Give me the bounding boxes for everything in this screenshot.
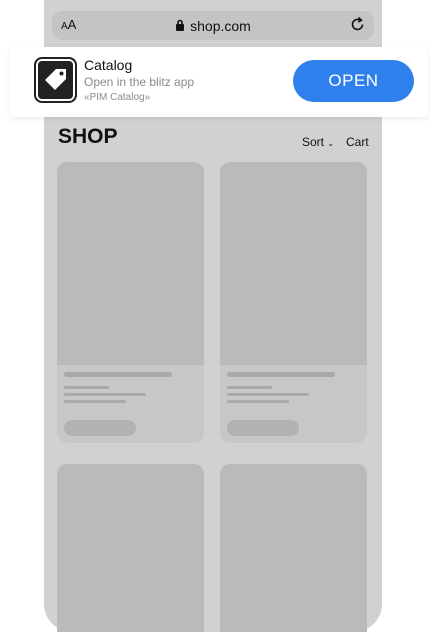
product-card[interactable] bbox=[57, 464, 204, 632]
product-text-placeholder bbox=[64, 393, 146, 396]
product-image-placeholder bbox=[220, 464, 367, 632]
product-text-placeholder bbox=[227, 400, 289, 403]
open-app-button[interactable]: OPEN bbox=[293, 60, 414, 102]
product-image-placeholder bbox=[57, 464, 204, 632]
sort-button[interactable]: Sort ⌄ bbox=[302, 135, 334, 149]
product-text-placeholder bbox=[64, 386, 109, 389]
product-card[interactable] bbox=[220, 464, 367, 632]
lock-icon bbox=[175, 18, 185, 34]
sort-label: Sort bbox=[302, 135, 325, 149]
reload-icon[interactable] bbox=[350, 16, 366, 37]
product-card[interactable] bbox=[57, 162, 204, 443]
price-tag-icon bbox=[45, 69, 66, 90]
product-image-placeholder bbox=[220, 162, 367, 365]
product-text-placeholder bbox=[64, 400, 126, 403]
text-size-button[interactable]: AA bbox=[61, 17, 76, 32]
product-text-placeholder bbox=[227, 393, 309, 396]
url-text: shop.com bbox=[190, 17, 251, 34]
smart-app-banner: Catalog Open in the blitz app «PIM Catal… bbox=[10, 47, 428, 117]
chevron-down-icon: ⌄ bbox=[327, 139, 335, 148]
product-text-placeholder bbox=[227, 386, 272, 389]
product-card[interactable] bbox=[220, 162, 367, 443]
app-caption: «PIM Catalog» bbox=[84, 92, 151, 103]
app-subtitle: Open in the blitz app bbox=[84, 75, 195, 89]
product-title-placeholder bbox=[227, 372, 335, 377]
address-bar[interactable]: AA shop.com bbox=[52, 11, 374, 40]
cart-link[interactable]: Cart bbox=[346, 135, 369, 149]
product-image-placeholder bbox=[57, 162, 204, 365]
product-button-placeholder[interactable] bbox=[64, 420, 136, 436]
app-icon bbox=[34, 57, 77, 103]
product-button-placeholder[interactable] bbox=[227, 420, 299, 436]
app-name: Catalog bbox=[84, 57, 133, 73]
product-title-placeholder bbox=[64, 372, 172, 377]
page-title: SHOP bbox=[58, 125, 118, 148]
